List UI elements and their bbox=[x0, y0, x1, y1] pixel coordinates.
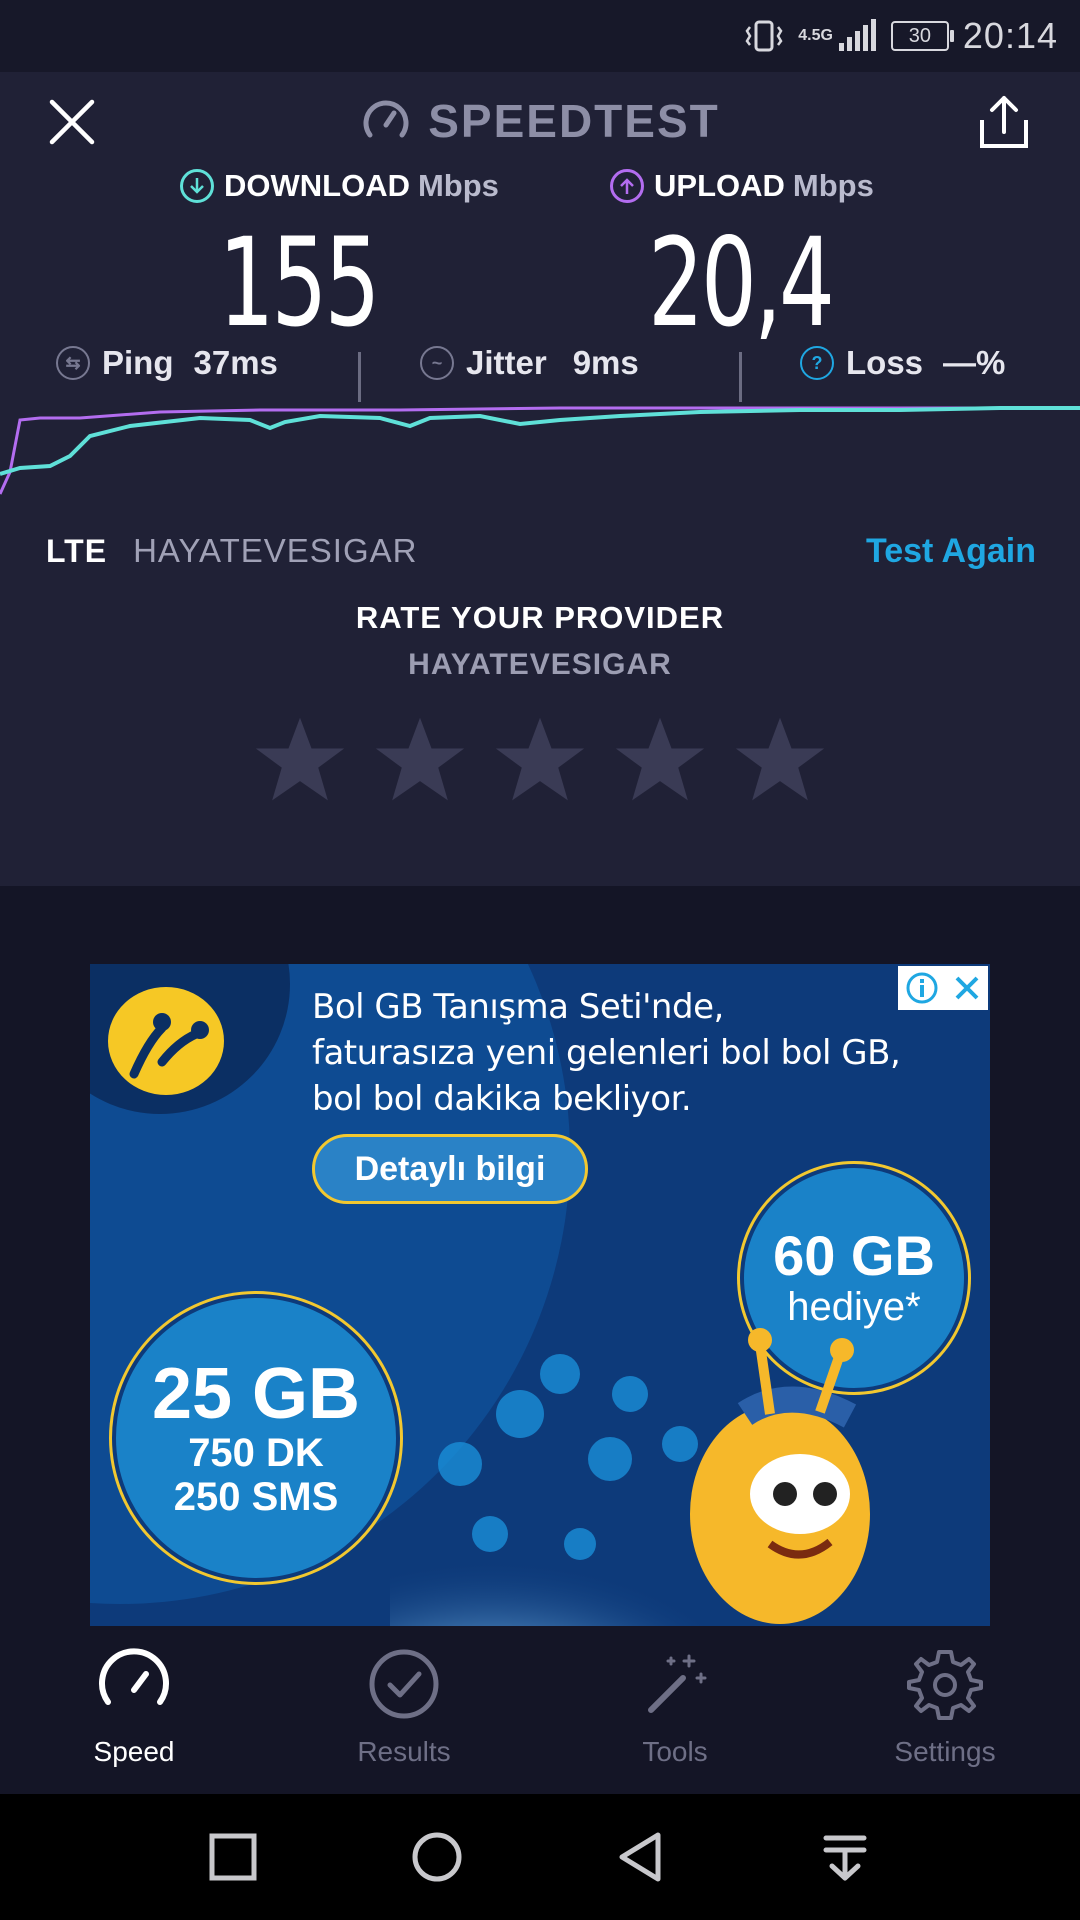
provider-row: LTE HAYATEVESIGAR Test Again bbox=[46, 526, 1036, 576]
back-icon[interactable] bbox=[614, 1830, 668, 1884]
ad-copy: Bol GB Tanışma Seti'nde, faturasıza yeni… bbox=[312, 984, 901, 1122]
magic-wand-icon bbox=[648, 1654, 707, 1713]
provider-name: HAYATEVESIGAR bbox=[133, 532, 418, 569]
package-badge: 25 GB 750 DK 250 SMS bbox=[112, 1294, 400, 1582]
divider bbox=[358, 352, 361, 402]
star-1-icon[interactable] bbox=[252, 712, 348, 808]
app-title: SPEEDTEST bbox=[428, 95, 720, 147]
nav-results-label: Results bbox=[357, 1736, 451, 1767]
upload-value: 20,4 bbox=[647, 212, 835, 354]
recents-icon[interactable] bbox=[206, 1830, 260, 1884]
ad-banner[interactable]: Bol GB Tanışma Seti'nde, faturasıza yeni… bbox=[90, 964, 990, 1626]
turkcell-logo-icon bbox=[108, 987, 224, 1095]
nav-results[interactable]: Results bbox=[304, 1644, 504, 1768]
connection-type: LTE bbox=[46, 532, 108, 569]
clock: 20:14 bbox=[962, 15, 1058, 56]
upload-label: UPLOAD bbox=[654, 168, 785, 203]
download-header: DOWNLOAD Mbps bbox=[180, 168, 499, 204]
help-icon[interactable]: ? bbox=[800, 346, 834, 380]
nav-settings-label: Settings bbox=[894, 1736, 996, 1767]
battery-level: 30 bbox=[908, 24, 932, 47]
nav-settings[interactable]: Settings bbox=[845, 1644, 1045, 1768]
home-icon[interactable] bbox=[410, 1830, 464, 1884]
upload-header: UPLOAD Mbps bbox=[610, 168, 874, 204]
jitter-stat: ~ Jitter 9ms bbox=[420, 344, 639, 382]
gear-icon bbox=[907, 1650, 983, 1720]
mascot-illustration-icon bbox=[390, 1328, 870, 1626]
top-bar: SPEEDTEST bbox=[0, 72, 1080, 172]
loss-stat[interactable]: ? Loss —% bbox=[800, 344, 1005, 382]
rating-stars bbox=[0, 712, 1080, 808]
ping-label: Ping bbox=[102, 344, 174, 381]
loss-label: Loss bbox=[846, 344, 924, 381]
vibrate-icon bbox=[744, 19, 784, 53]
download-value: 155 bbox=[218, 212, 380, 354]
badge-amount: 60 GB bbox=[773, 1223, 935, 1287]
speed-graph bbox=[0, 406, 1080, 495]
brand: SPEEDTEST bbox=[0, 94, 1080, 148]
star-2-icon[interactable] bbox=[372, 712, 468, 808]
test-again-button[interactable]: Test Again bbox=[866, 532, 1036, 571]
package-sms: 250 SMS bbox=[173, 1475, 339, 1519]
download-icon bbox=[180, 169, 214, 203]
nav-tools-label: Tools bbox=[642, 1736, 708, 1767]
upload-unit: Mbps bbox=[792, 168, 874, 203]
status-bar: 4.5G 30 20:14 bbox=[0, 0, 1080, 72]
info-icon[interactable] bbox=[905, 971, 939, 1005]
download-unit: Mbps bbox=[417, 168, 499, 203]
package-data: 25 GB bbox=[151, 1354, 361, 1434]
system-nav-bar bbox=[0, 1794, 1080, 1920]
ad-choices[interactable] bbox=[898, 966, 988, 1010]
download-label: DOWNLOAD bbox=[224, 168, 410, 203]
rate-provider: HAYATEVESIGAR bbox=[408, 648, 672, 681]
nav-speed-label: Speed bbox=[93, 1736, 175, 1767]
ad-details-button[interactable]: Detaylı bilgi bbox=[312, 1134, 588, 1204]
package-minutes: 750 DK bbox=[188, 1431, 324, 1475]
signal-icon: 4.5G bbox=[798, 19, 877, 53]
ad-line: bol bol dakika bekliyor. bbox=[312, 1079, 692, 1119]
bottom-nav: Speed Results Tools Settings bbox=[0, 1626, 1080, 1794]
speedometer-icon bbox=[99, 1648, 169, 1705]
stats-row: ⇆ Ping 37ms ~ Jitter 9ms ? Loss —% bbox=[0, 344, 1080, 404]
ping-value: 37ms bbox=[193, 344, 278, 381]
ad-line: faturasıza yeni gelenleri bol bol GB, bbox=[312, 1033, 901, 1073]
nav-tools[interactable]: Tools bbox=[575, 1644, 775, 1768]
divider bbox=[739, 352, 742, 402]
ping-stat: ⇆ Ping 37ms bbox=[56, 344, 278, 382]
notification-pull-icon[interactable] bbox=[818, 1830, 872, 1884]
star-3-icon[interactable] bbox=[492, 712, 588, 808]
loss-value: —% bbox=[943, 344, 1006, 381]
ad-area: Bol GB Tanışma Seti'nde, faturasıza yeni… bbox=[0, 886, 1080, 1626]
share-icon[interactable] bbox=[976, 92, 1032, 152]
network-type: 4.5G bbox=[798, 27, 833, 44]
nav-speed[interactable]: Speed bbox=[34, 1644, 234, 1768]
battery-icon: 30 bbox=[890, 21, 954, 51]
rate-title: RATE YOUR PROVIDER bbox=[355, 600, 725, 635]
download-line bbox=[0, 406, 1080, 476]
upload-icon bbox=[610, 169, 644, 203]
ping-icon: ⇆ bbox=[56, 346, 90, 380]
jitter-label: Jitter bbox=[466, 344, 547, 381]
star-4-icon[interactable] bbox=[612, 712, 708, 808]
speedometer-icon bbox=[363, 100, 409, 138]
star-5-icon[interactable] bbox=[732, 712, 828, 808]
close-ad-icon[interactable] bbox=[952, 973, 982, 1003]
jitter-value: 9ms bbox=[572, 344, 639, 381]
jitter-icon: ~ bbox=[420, 346, 454, 380]
ad-line: Bol GB Tanışma Seti'nde, bbox=[312, 987, 724, 1027]
check-circle-icon bbox=[369, 1649, 439, 1719]
results-panel: SPEEDTEST DOWNLOAD Mbps UPLOAD Mbps 155 … bbox=[0, 72, 1080, 886]
